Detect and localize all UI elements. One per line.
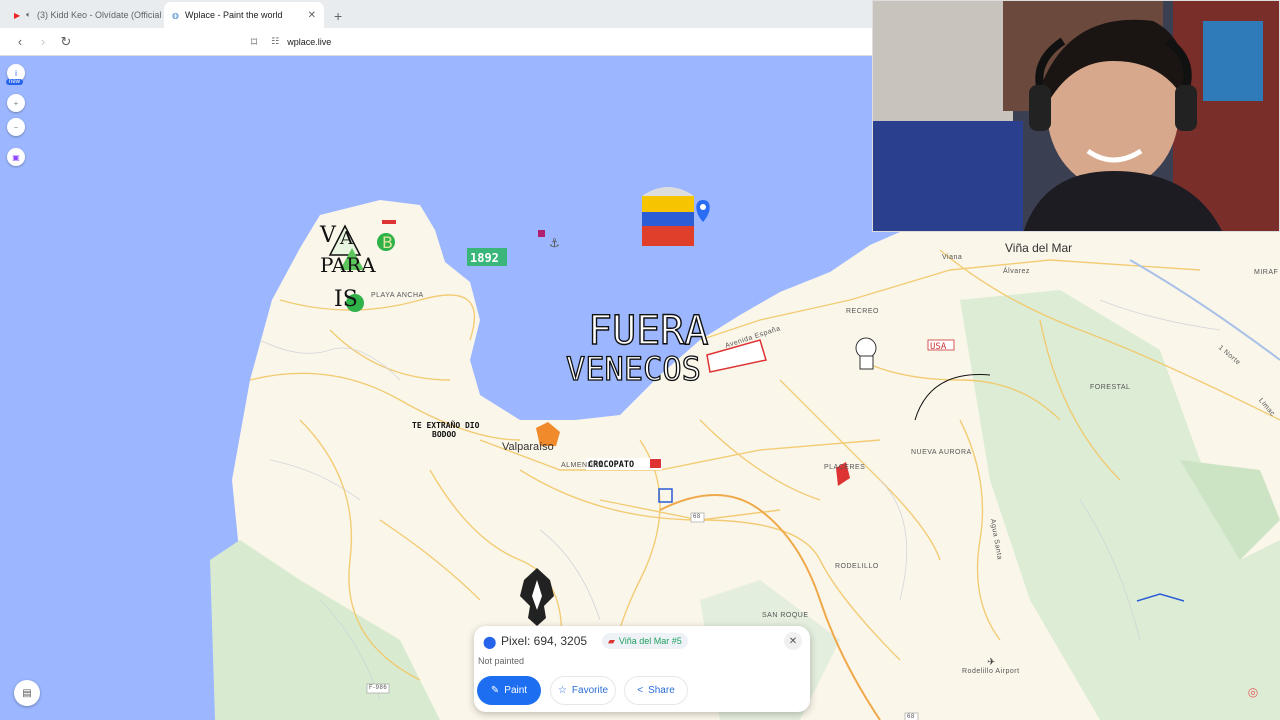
pixel-info-card: ⬤ Pixel: 694, 3205 ▰ Viña del Mar #5 Not… <box>474 626 810 712</box>
svg-text:BODOO: BODOO <box>432 430 456 439</box>
paint-button[interactable]: ✎ Paint <box>477 676 541 705</box>
star-icon: ☆ <box>557 685 567 696</box>
svg-text:A: A <box>339 228 354 249</box>
label-valparaiso: Valparaíso <box>502 441 554 453</box>
label-san-roque: SAN ROQUE <box>762 612 809 619</box>
svg-text:PARA: PARA <box>320 253 376 277</box>
back-icon[interactable]: ‹ <box>10 34 30 49</box>
label-viana: Viana <box>942 254 963 261</box>
label-rodelillo: RODELILLO <box>835 563 879 570</box>
svg-text:VENECOS: VENECOS <box>566 350 701 388</box>
tab-title: (3) Kidd Keo - Olvídate (Official V <box>36 10 164 20</box>
svg-text:FUERA: FUERA <box>588 308 708 354</box>
label-almendral: ALMENDRAL <box>561 462 609 469</box>
svg-text:TE EXTRAÑO DIO: TE EXTRAÑO DIO <box>412 420 480 430</box>
label-alvarez: Álvarez <box>1003 268 1030 275</box>
svg-text:USA: USA <box>930 342 947 352</box>
art-anchor: ⚓ <box>549 236 560 250</box>
bookmark-icon[interactable]: ⌑ <box>251 35 257 49</box>
pixel-coordinates: Pixel: 694, 3205 <box>501 634 588 648</box>
globe-icon: ◍ <box>172 10 179 20</box>
share-icon: < <box>637 685 644 696</box>
label-route-68: 68 <box>907 714 915 720</box>
webcam-overlay <box>872 0 1280 232</box>
webcam-image <box>873 1 1279 231</box>
svg-text:B: B <box>382 233 393 252</box>
chile-flag-icon: ▰ <box>608 635 615 646</box>
art-pixel <box>538 230 545 237</box>
art-year-badge: 1892 <box>467 248 507 266</box>
favorite-button[interactable]: ☆ Favorite <box>550 676 616 705</box>
close-tab-icon[interactable]: ✕ <box>298 10 316 21</box>
label-playa-ancha: PLAYA ANCHA <box>371 292 424 299</box>
art-usa: USA <box>927 339 955 352</box>
forward-icon[interactable]: › <box>33 34 53 49</box>
label-rodelillo-airport: Rodelillo Airport <box>962 668 1020 675</box>
youtube-icon: ▶ <box>14 10 21 20</box>
art-flag-cake <box>642 187 694 246</box>
locate-icon[interactable]: ◎ <box>1243 682 1263 702</box>
site-info-icon[interactable]: ☷ <box>271 36 279 47</box>
layers-button[interactable]: ▤ <box>14 680 40 706</box>
art-fuera-venecos: FUERA VENECOS <box>565 307 709 388</box>
twitch-icon[interactable]: ▣ <box>7 148 25 166</box>
label-forestal: FORESTAL <box>1090 384 1131 391</box>
label-route-68: 68 <box>693 514 701 520</box>
airport-icon: ✈ <box>987 657 995 668</box>
map-pin-icon <box>696 200 710 222</box>
address-bar[interactable]: ⌑ ☷ wplace.live <box>251 35 331 49</box>
label-miraflores: MIRAF <box>1254 269 1279 276</box>
region-badge[interactable]: ▰ Viña del Mar #5 <box>602 633 688 649</box>
zoom-in-button[interactable]: + <box>7 94 25 112</box>
new-tab-button[interactable]: + <box>324 4 352 28</box>
tab-title: Wplace - Paint the world <box>184 10 283 20</box>
label-placeres: PLACERES <box>824 464 866 471</box>
reload-icon[interactable]: ↻ <box>56 34 76 50</box>
svg-text:IS: IS <box>334 287 358 312</box>
brush-icon: ✎ <box>490 685 500 696</box>
paint-status: Not painted <box>478 656 525 666</box>
close-card-button[interactable]: ✕ <box>784 632 802 650</box>
new-badge: new <box>6 79 24 85</box>
label-nueva-aurora: NUEVA AURORA <box>911 449 972 456</box>
region-label: Viña del Mar #5 <box>618 636 682 646</box>
url-text: wplace.live <box>287 36 332 47</box>
label-vina-del-mar: Viña del Mar <box>1005 241 1073 255</box>
speaker-icon[interactable]: 🔈︎ <box>26 10 31 20</box>
svg-text:V: V <box>319 223 337 248</box>
label-route-f986: F-986 <box>369 685 388 691</box>
svg-text:1892: 1892 <box>470 251 499 265</box>
share-button[interactable]: < Share <box>624 676 688 705</box>
tab-wplace[interactable]: ◍ Wplace - Paint the world ✕ <box>164 2 324 28</box>
label-recreo: RECREO <box>846 308 879 315</box>
zoom-out-button[interactable]: − <box>7 118 25 136</box>
tab-youtube[interactable]: ▶ 🔈︎ (3) Kidd Keo - Olvídate (Official V <box>6 2 164 28</box>
location-pin-icon: ⬤ <box>483 635 497 649</box>
